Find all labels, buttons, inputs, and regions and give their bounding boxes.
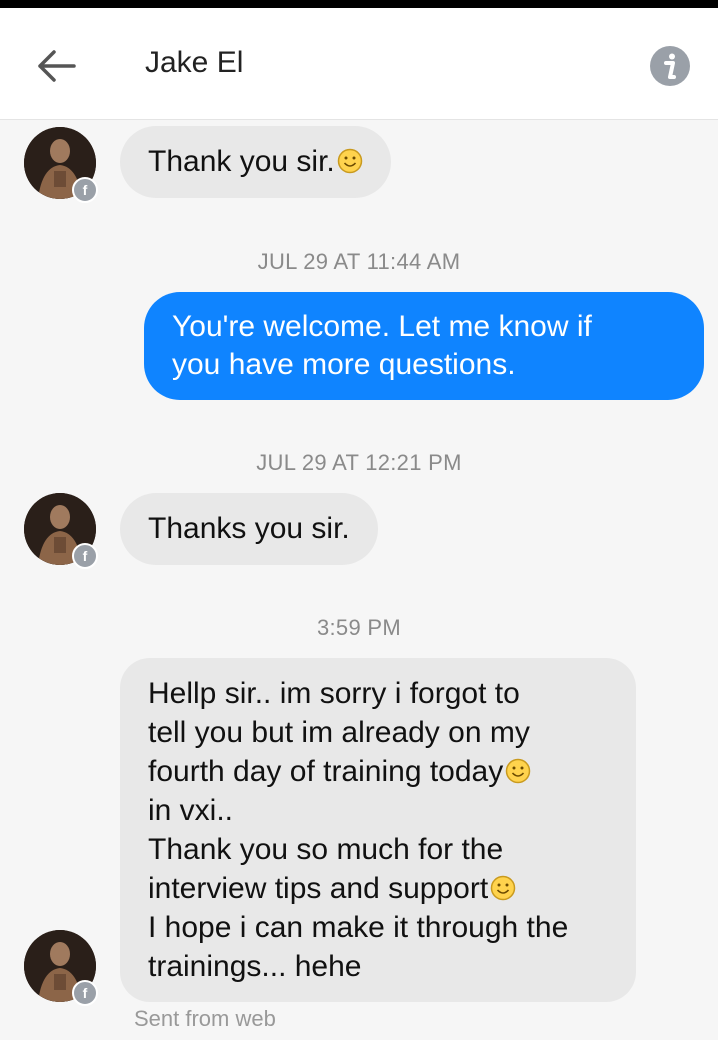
message-text-segment: fourth day of training today	[148, 755, 504, 788]
incoming-message[interactable]: Thank you sir.	[120, 126, 391, 198]
facebook-badge-icon: f	[72, 543, 98, 569]
message-text-segment: interview tips and support	[148, 872, 489, 905]
message-text-line: I hope i can make it through the	[148, 911, 569, 944]
avatar[interactable]: f	[24, 930, 98, 1006]
avatar[interactable]: f	[24, 127, 98, 203]
message-text-line: trainings... hehe	[148, 950, 362, 983]
message-text-line: in vxi..	[148, 794, 234, 827]
contact-name[interactable]: Jake El	[145, 46, 243, 80]
avatar[interactable]: f	[24, 493, 98, 569]
message-text-line: You're welcome. Let me know if	[172, 310, 592, 343]
message-text-line: Thank you so much for the	[148, 833, 504, 866]
incoming-message[interactable]: Hellp sir.. im sorry i forgot to tell yo…	[120, 658, 636, 1002]
arrow-left-icon	[38, 50, 76, 82]
smile-emoji-icon	[490, 875, 516, 901]
conversation-header: Jake El	[0, 8, 718, 120]
message-text-line: tell you but im already on my	[148, 716, 530, 749]
outgoing-message[interactable]: You're welcome. Let me know if you have …	[144, 292, 704, 400]
timestamp: JUL 29 AT 11:44 AM	[257, 249, 461, 274]
message-text-line: you have more questions.	[172, 348, 516, 381]
smile-emoji-icon	[337, 148, 363, 174]
timestamp: 3:59 PM	[316, 615, 402, 640]
smile-emoji-icon	[505, 758, 531, 784]
message-text: Thanks you sir.	[148, 512, 350, 545]
message-text-line: interview tips and support	[148, 869, 608, 908]
sent-from-label: Sent from web	[134, 1006, 276, 1031]
info-button[interactable]	[648, 44, 692, 88]
back-button[interactable]	[30, 42, 82, 90]
status-bar	[0, 0, 718, 8]
timestamp: JUL 29 AT 12:21 PM	[256, 450, 462, 475]
facebook-badge-icon: f	[72, 980, 98, 1006]
message-text-line: Hellp sir.. im sorry i forgot to	[148, 677, 520, 710]
facebook-badge-icon: f	[72, 177, 98, 203]
info-icon	[650, 46, 690, 86]
message-text: Thank you sir.	[148, 145, 335, 178]
message-text-line: fourth day of training today	[148, 752, 608, 791]
incoming-message[interactable]: Thanks you sir.	[120, 493, 378, 565]
